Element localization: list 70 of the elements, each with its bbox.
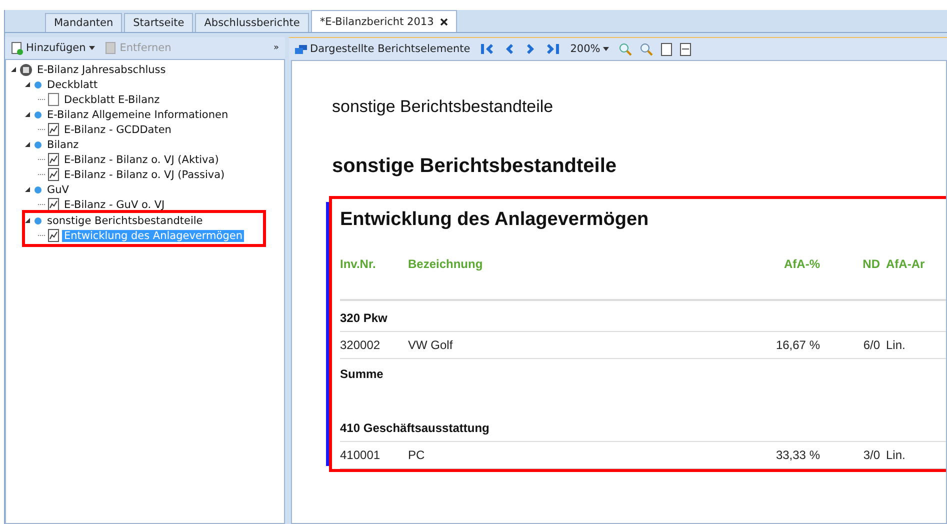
chart-document-icon: [48, 168, 59, 181]
tree-item[interactable]: sonstige Berichtsbestandteile: [45, 214, 205, 226]
collapse-arrow-icon[interactable]: [24, 141, 31, 148]
remove-document-icon: [104, 42, 117, 54]
collapse-arrow-icon[interactable]: [24, 111, 31, 118]
elements-button[interactable]: Dargestellte Berichtselemente: [293, 43, 472, 55]
dot-icon: [34, 110, 42, 118]
add-document-icon: [11, 42, 23, 54]
column-header: Bezeichnung: [408, 257, 746, 301]
tree-item[interactable]: E-Bilanz - GCDDaten: [62, 124, 174, 136]
tree-item[interactable]: E-Bilanz Jahresabschluss: [35, 64, 168, 76]
tree-item[interactable]: E-Bilanz - Bilanz o. VJ (Aktiva): [62, 154, 221, 166]
page-height-icon[interactable]: [661, 42, 672, 56]
tab[interactable]: Abschlussberichte: [195, 13, 309, 32]
tree-item[interactable]: Bilanz: [45, 138, 81, 150]
chart-document-icon: [48, 123, 59, 136]
first-page-icon[interactable]: [480, 42, 494, 56]
zoom-out-icon[interactable]: [640, 42, 654, 56]
page-icon: [48, 93, 59, 106]
tree-item[interactable]: E-Bilanz - GuV o. VJ: [62, 198, 167, 210]
table-cell: Lin.: [886, 442, 946, 469]
group-heading: 410 Geschäftsausstattung: [340, 411, 946, 442]
table-cell: VW Golf: [408, 332, 746, 359]
column-header: AfA-%: [746, 257, 826, 301]
tree-item[interactable]: Deckblatt E-Bilanz: [62, 94, 162, 106]
zoom-in-icon[interactable]: [619, 42, 632, 56]
caret-icon: [603, 47, 610, 51]
collapse-arrow-icon[interactable]: [10, 66, 17, 73]
windows-icon: [295, 44, 307, 54]
sum-label: Summe: [340, 366, 384, 383]
tab[interactable]: *E-Bilanzbericht 2013: [310, 10, 457, 32]
table-cell: 16,67 %: [746, 332, 826, 359]
section-title: sonstige Berichtsbestandteile: [332, 155, 618, 178]
table-cell: PC: [408, 442, 746, 469]
table-cell: 320002: [340, 332, 408, 359]
report-title: Entwicklung des Anlagevermögen: [340, 209, 650, 231]
zoom-dropdown[interactable]: 200%: [568, 43, 612, 55]
column-header: Inv.Nr.: [340, 257, 408, 301]
table-cell: 6/0: [826, 332, 886, 359]
close-icon[interactable]: [440, 18, 448, 26]
overflow-button[interactable]: »: [271, 43, 281, 53]
dot-icon: [34, 186, 42, 194]
last-page-icon[interactable]: [546, 42, 560, 56]
table-cell: Lin.: [886, 332, 946, 359]
collapse-arrow-icon[interactable]: [24, 186, 31, 193]
tree-item[interactable]: Deckblatt: [45, 78, 100, 90]
page-header: sonstige Berichtsbestandteile: [332, 97, 554, 118]
dot-icon: [34, 80, 42, 88]
column-header: ND: [826, 257, 886, 301]
column-header: AfA-Ar: [886, 257, 946, 301]
table-cell: 410001: [340, 442, 408, 469]
tree-item[interactable]: GuV: [45, 184, 71, 196]
tree-item[interactable]: E-Bilanz Allgemeine Informationen: [45, 108, 230, 120]
collapse-arrow-icon[interactable]: [24, 217, 31, 224]
page-width-icon[interactable]: [680, 42, 692, 56]
table-cell: 3/0: [826, 442, 886, 469]
table-cell: 33,33 %: [746, 442, 826, 469]
chart-document-icon: [48, 153, 59, 166]
tab[interactable]: Startseite: [124, 13, 194, 32]
book-icon: [20, 64, 32, 76]
dot-icon: [34, 140, 42, 148]
group-heading: 320 Pkw: [340, 301, 946, 332]
chart-document-icon: [48, 198, 59, 211]
tab[interactable]: Mandanten: [45, 13, 122, 32]
collapse-arrow-icon[interactable]: [24, 81, 31, 88]
dot-icon: [34, 216, 42, 224]
tree-item[interactable]: E-Bilanz - Bilanz o. VJ (Passiva): [62, 168, 227, 180]
chart-document-icon: [48, 229, 59, 242]
add-button[interactable]: Hinzufügen: [9, 42, 97, 54]
caret-icon: [88, 46, 95, 50]
